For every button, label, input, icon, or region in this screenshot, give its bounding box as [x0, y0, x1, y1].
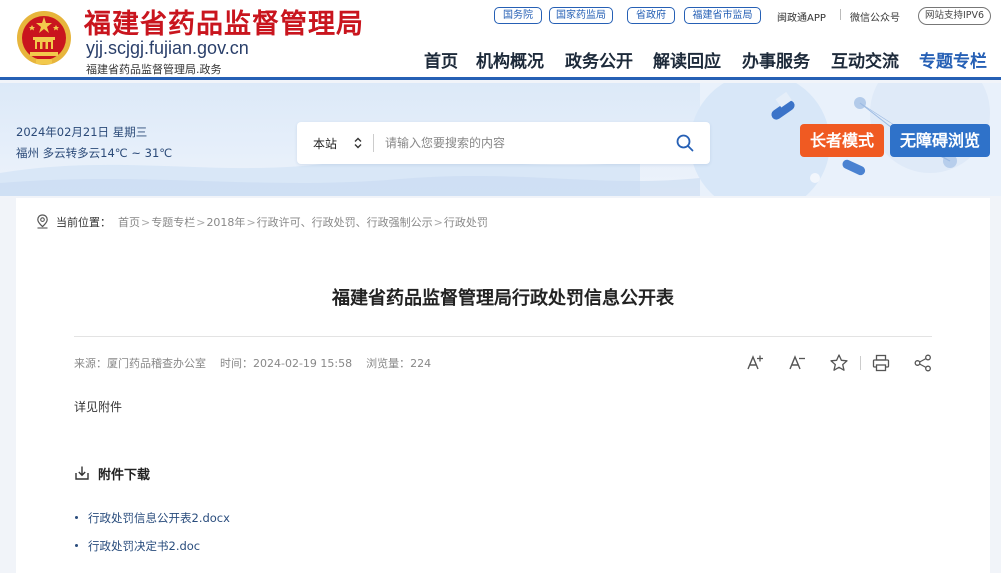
nav-special-topics[interactable]: 专题专栏 [919, 47, 987, 72]
article-time: 时间：2024-02-19 15:58 [220, 357, 353, 370]
breadcrumb-item-penalty[interactable]: 行政处罚 [444, 216, 488, 229]
weather-info: 福州 多云转多云14℃ ~ 31℃ [16, 146, 173, 160]
current-date: 2024年02月21日 星期三 [16, 125, 148, 139]
toolbar-divider [860, 356, 861, 370]
favorite-star-icon[interactable] [829, 353, 849, 373]
breadcrumb-separator: > [433, 216, 443, 229]
download-icon [75, 466, 89, 480]
article-views: 浏览量：224 [366, 357, 432, 370]
nav-interpretation[interactable]: 解读回应 [653, 47, 721, 72]
search-scope-select[interactable]: 本站 [313, 135, 337, 152]
accessible-browse-button[interactable]: 无障碍浏览 [890, 124, 990, 157]
attachment-link-penalty-table[interactable]: 行政处罚信息公开表2.docx [74, 510, 230, 538]
attachment-link-decision-doc[interactable]: 行政处罚决定书2.doc [74, 538, 230, 566]
attachments-list: 行政处罚信息公开表2.docx 行政处罚决定书2.doc [74, 510, 230, 566]
share-icon[interactable] [913, 353, 933, 373]
font-increase-icon[interactable] [745, 353, 765, 373]
breadcrumb-item-special-topics[interactable]: 专题专栏 [151, 216, 195, 229]
nav-home[interactable]: 首页 [424, 47, 458, 72]
breadcrumb-trail: 首页>专题专栏>2018年>行政许可、行政处罚、行政强制公示>行政处罚 [118, 214, 488, 230]
top-link-fujian-samr[interactable]: 福建省市监局 [684, 7, 761, 24]
title-divider [74, 336, 932, 337]
util-link-mzt-app[interactable]: 闽政通APP [777, 9, 826, 24]
breadcrumb-item-publicity[interactable]: 行政许可、行政处罚、行政强制公示 [257, 216, 433, 229]
breadcrumb-label: 当前位置： [56, 216, 111, 229]
nav-organization[interactable]: 机构概况 [476, 47, 544, 72]
search-bar: 本站 [297, 122, 710, 164]
article-card: 当前位置： 首页>专题专栏>2018年>行政许可、行政处罚、行政强制公示>行政处… [16, 198, 990, 573]
top-link-state-council[interactable]: 国务院 [494, 7, 542, 24]
article-source: 来源：厦门药品稽查办公室 [74, 357, 206, 370]
search-input[interactable] [385, 133, 665, 153]
breadcrumb-separator: > [196, 216, 206, 229]
breadcrumb-separator: > [141, 216, 151, 229]
print-icon[interactable] [871, 353, 891, 373]
top-link-nmpa[interactable]: 国家药监局 [549, 7, 613, 24]
ipv6-badge[interactable]: 网站支持IPV6 [918, 7, 991, 25]
util-divider [840, 9, 841, 20]
nav-government-affairs[interactable]: 政务公开 [565, 47, 633, 72]
location-icon [37, 214, 48, 229]
site-header: 福建省药品监督管理局 yjj.scjgj.fujian.gov.cn 福建省药品… [0, 0, 1001, 80]
nav-services[interactable]: 办事服务 [742, 47, 810, 72]
article-title: 福建省药品监督管理局行政处罚信息公开表 [332, 288, 674, 309]
banner: 2024年02月21日 星期三 福州 多云转多云14℃ ~ 31℃ 本站 长者模… [0, 83, 1001, 196]
article-body: 详见附件 [74, 400, 123, 414]
search-icon[interactable] [675, 133, 695, 153]
main-nav: 首页 机构概况 政务公开 解读回应 办事服务 互动交流 专题专栏 [0, 47, 1001, 72]
nav-interaction[interactable]: 互动交流 [831, 47, 899, 72]
font-decrease-icon[interactable] [787, 353, 807, 373]
breadcrumb-item-home[interactable]: 首页 [118, 216, 140, 229]
search-divider [373, 134, 374, 152]
util-link-wechat[interactable]: 微信公众号 [850, 9, 900, 24]
top-link-province-gov[interactable]: 省政府 [627, 7, 675, 24]
elder-mode-button[interactable]: 长者模式 [800, 124, 884, 157]
breadcrumb-item-2018[interactable]: 2018年 [206, 216, 245, 229]
breadcrumb-separator: > [246, 216, 256, 229]
site-title[interactable]: 福建省药品监督管理局 [84, 2, 364, 41]
article-meta: 来源：厦门药品稽查办公室 时间：2024-02-19 15:58 浏览量：224 [74, 355, 431, 371]
attachments-title: 附件下载 [98, 468, 151, 483]
chevron-updown-icon[interactable] [354, 137, 362, 149]
